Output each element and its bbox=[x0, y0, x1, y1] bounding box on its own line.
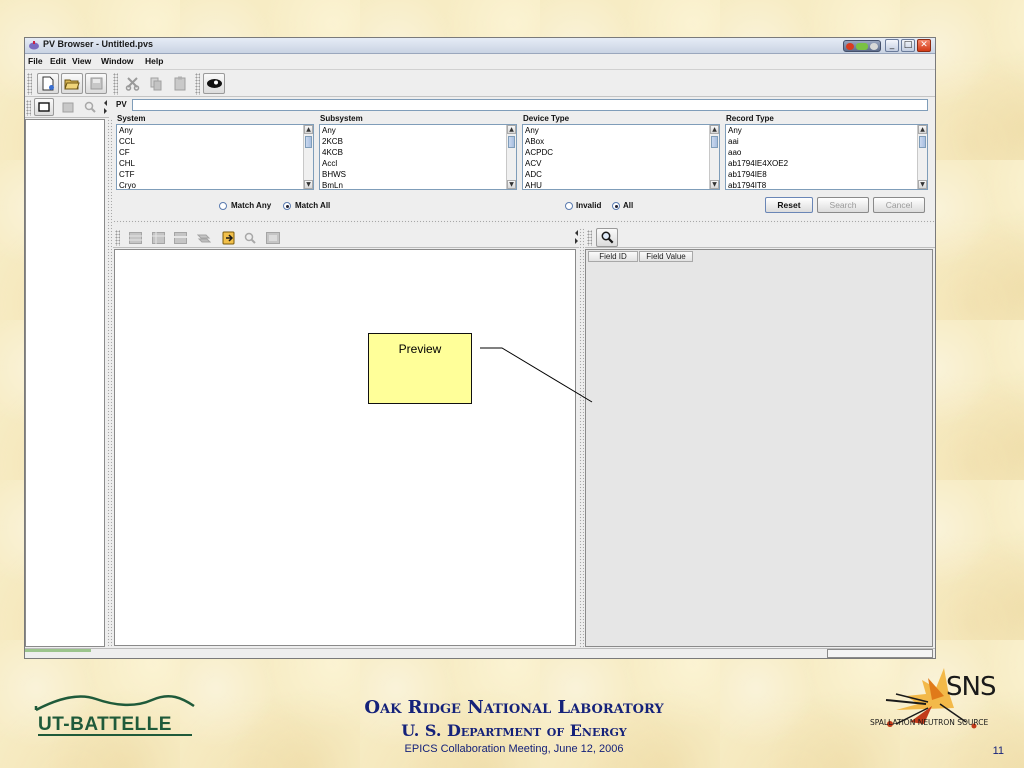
department-name: U. S. Department of Energy bbox=[401, 721, 627, 740]
page-number: 11 bbox=[992, 745, 1004, 757]
sns-logo-text: SNS bbox=[946, 672, 996, 702]
ut-battelle-text: UT-BATTELLE bbox=[38, 714, 172, 735]
lab-name: Oak Ridge National Laboratory bbox=[364, 697, 664, 718]
sns-subtitle: SPALLATION NEUTRON SOURCE bbox=[870, 718, 989, 727]
meeting-caption: EPICS Collaboration Meeting, June 12, 20… bbox=[404, 743, 624, 755]
callout-leader-line bbox=[480, 347, 593, 403]
